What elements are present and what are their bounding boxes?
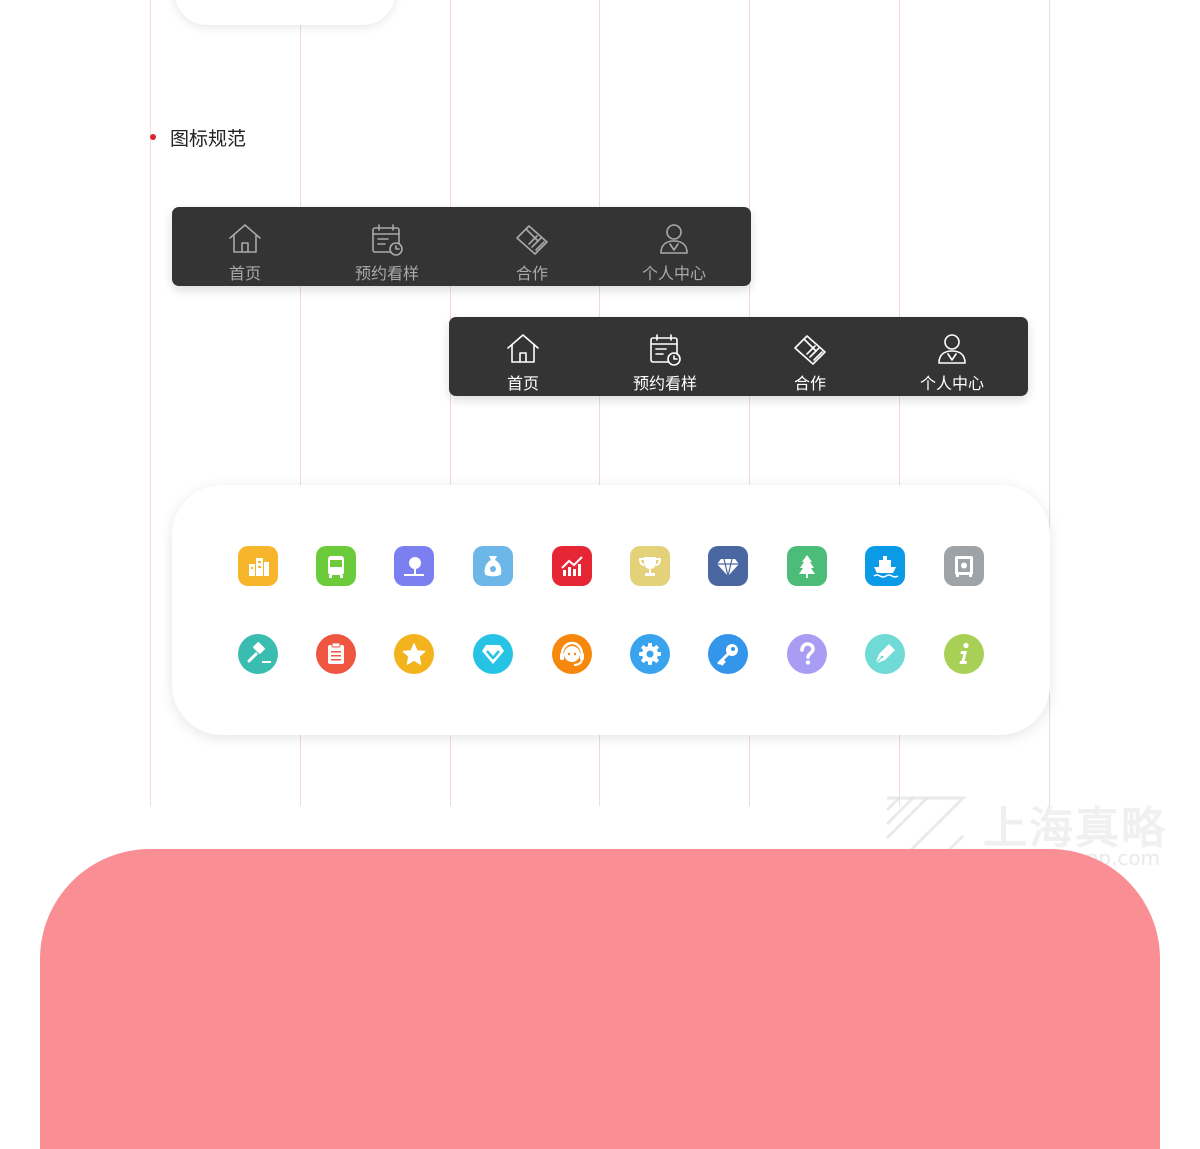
tab-label: 预约看样 — [354, 264, 419, 283]
key-icon — [708, 634, 748, 674]
trophy-icon — [630, 546, 670, 586]
tab-label: 个人中心 — [641, 264, 706, 283]
gear-icon — [630, 634, 670, 674]
pine-tree-icon — [787, 546, 827, 586]
handshake-icon — [791, 330, 829, 368]
tab-label: 合作 — [515, 264, 548, 283]
icon-bg — [787, 634, 827, 674]
bullet-dot — [150, 134, 156, 140]
tab-profile[interactable]: 个人中心 — [887, 317, 1017, 396]
safe-icon — [944, 546, 984, 586]
gavel-icon — [238, 634, 278, 674]
clipboard-icon — [316, 634, 356, 674]
calendar-clock-icon — [368, 220, 406, 258]
home-icon — [504, 330, 542, 368]
tab-cooperation[interactable]: 合作 — [467, 207, 597, 286]
tab-appointment[interactable]: 预约看样 — [322, 207, 452, 286]
tab-label: 合作 — [793, 374, 826, 393]
pink-banner — [40, 849, 1160, 1149]
buildings-icon — [238, 546, 278, 586]
handshake-icon — [513, 220, 551, 258]
info-icon — [944, 634, 984, 674]
star-icon — [394, 634, 434, 674]
top-card-partial — [175, 0, 395, 25]
tab-appointment[interactable]: 预约看样 — [600, 317, 730, 396]
user-icon — [655, 220, 693, 258]
headset-icon — [552, 634, 592, 674]
tab-profile[interactable]: 个人中心 — [609, 207, 739, 286]
tab-label: 首页 — [506, 374, 539, 393]
tab-home[interactable]: 首页 — [180, 207, 310, 286]
icon-bg — [238, 634, 278, 674]
park-tree-icon — [394, 546, 434, 586]
section-title: 图标规范 — [150, 124, 246, 150]
tab-label: 个人中心 — [919, 374, 984, 393]
tab-label: 首页 — [228, 264, 261, 283]
calendar-clock-icon — [646, 330, 684, 368]
icon-grid-card — [172, 485, 1050, 735]
ship-icon — [865, 546, 905, 586]
trend-chart-icon — [552, 546, 592, 586]
money-bag-icon — [473, 546, 513, 586]
bus-icon — [316, 546, 356, 586]
tabbar-inactive: 首页 预约看样 合作 个人中心 — [172, 207, 751, 286]
diamond-icon — [708, 546, 748, 586]
heart-diamond-icon — [473, 634, 513, 674]
home-icon — [226, 220, 264, 258]
tab-cooperation[interactable]: 合作 — [745, 317, 875, 396]
guide-line — [150, 0, 151, 806]
icon-bg — [552, 546, 592, 586]
tab-home[interactable]: 首页 — [458, 317, 588, 396]
section-title-text: 图标规范 — [170, 127, 247, 150]
pen-icon — [865, 634, 905, 674]
user-icon — [933, 330, 971, 368]
question-icon — [787, 634, 827, 674]
tabbar-active: 首页 预约看样 合作 个人中心 — [449, 317, 1028, 396]
tab-label: 预约看样 — [632, 374, 697, 393]
